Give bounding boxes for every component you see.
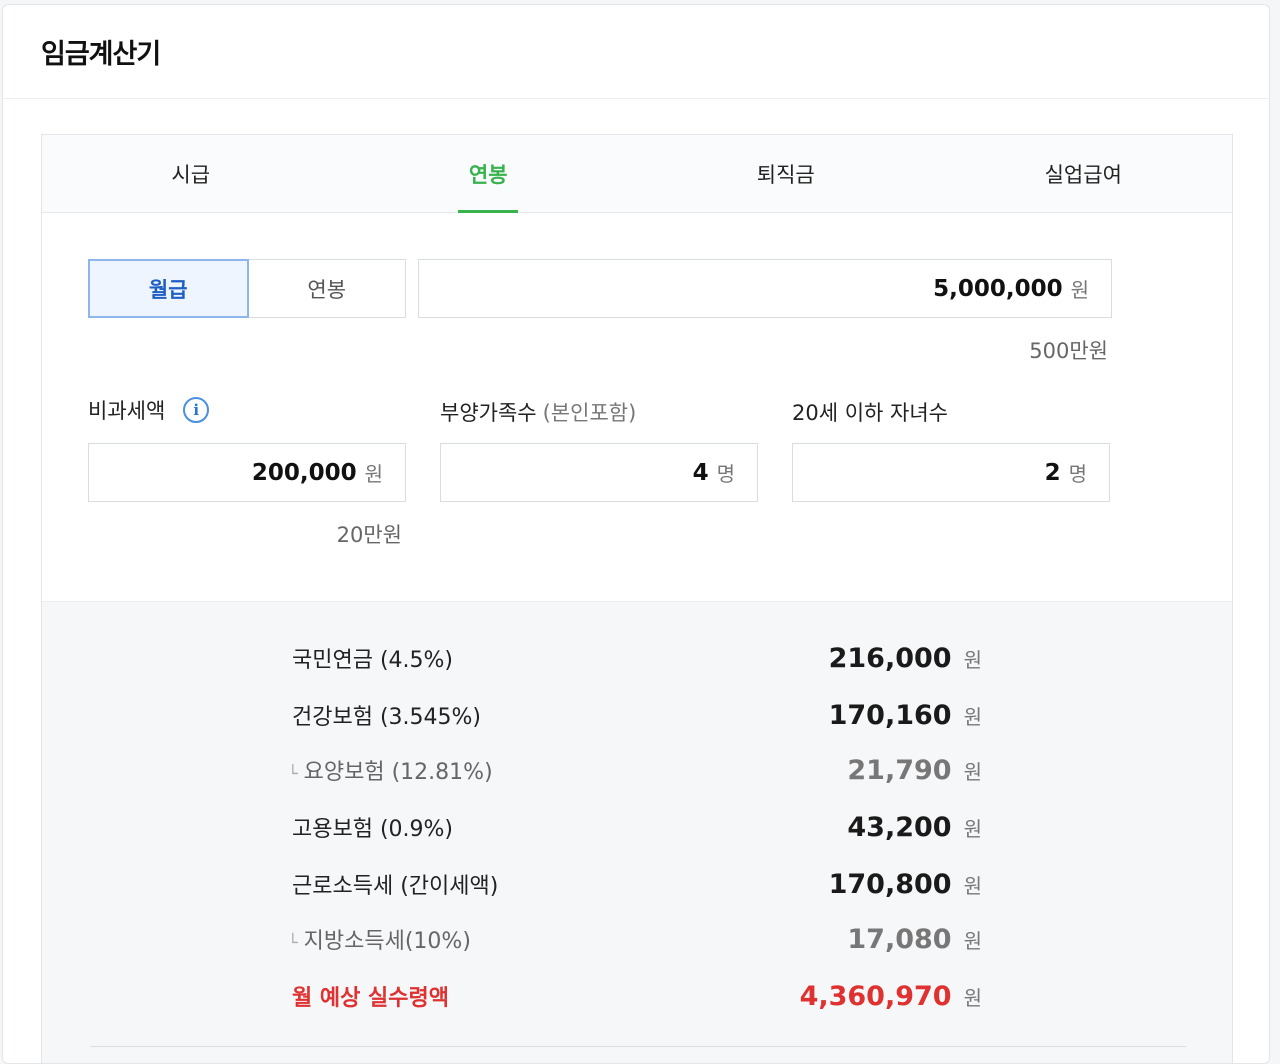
info-icon[interactable]: i	[183, 397, 210, 423]
result-label: 고용보험 (0.9%)	[292, 817, 454, 842]
monthly-pay-button[interactable]: 월급	[88, 259, 249, 318]
result-label: 국민연금 (4.5%)	[292, 648, 454, 673]
input-form: 월급 연봉 5,000,000 원 500만원 비과세액 i 부양가족수 (본인…	[42, 213, 1232, 601]
result-value: 43,200	[847, 811, 952, 843]
nontaxable-helper: 20만원	[336, 523, 402, 547]
tab-unemployment[interactable]: 실업급여	[935, 135, 1233, 212]
result-value: 17,080	[847, 923, 952, 955]
dependents-input[interactable]: 4 명	[440, 443, 758, 502]
result-value: 21,790	[847, 754, 952, 786]
pay-type-toggle: 월급 연봉	[88, 259, 406, 318]
tab-label: 연봉	[468, 162, 508, 187]
result-unit: 원	[963, 928, 982, 953]
result-row-longterm-care: └ 요양보험 (12.81%) 21,790 원	[288, 750, 982, 790]
branch-icon: └	[288, 764, 298, 783]
nontaxable-label: 비과세액 i	[88, 395, 210, 425]
children-label-text: 20세 이하 자녀수	[792, 401, 948, 425]
result-unit: 원	[963, 873, 982, 898]
result-unit: 원	[963, 704, 982, 729]
salary-input[interactable]: 5,000,000 원	[418, 259, 1112, 318]
calculator-tabs: 시급 연봉 퇴직금 실업급여	[42, 135, 1232, 213]
calculator-panel: 시급 연봉 퇴직금 실업급여 월급 연봉 5,000,000 원 500만원 비…	[41, 134, 1233, 1063]
dependents-label-text: 부양가족수	[440, 401, 537, 425]
result-unit: 원	[963, 647, 982, 672]
results-panel: 국민연금 (4.5%) 216,000 원 건강보험 (3.545%) 170,1…	[42, 601, 1232, 1063]
annual-pay-button[interactable]: 연봉	[248, 259, 406, 318]
result-value: 170,160	[828, 699, 952, 731]
result-row-pension: 국민연금 (4.5%) 216,000 원	[292, 638, 982, 678]
tab-annual-salary[interactable]: 연봉	[340, 135, 638, 212]
net-pay-label: 월 예상 실수령액	[292, 986, 449, 1011]
nontaxable-label-text: 비과세액	[88, 399, 166, 423]
result-row-health: 건강보험 (3.545%) 170,160 원	[292, 695, 982, 735]
children-label: 20세 이하 자녀수	[792, 397, 948, 427]
dependents-value: 4	[692, 459, 709, 486]
tab-severance[interactable]: 퇴직금	[637, 135, 935, 212]
page-title: 임금계산기	[41, 39, 161, 70]
dependents-sublabel: (본인포함)	[542, 401, 637, 425]
result-label: 건강보험 (3.545%)	[292, 705, 482, 730]
divider	[90, 1046, 1186, 1047]
result-value: 170,800	[828, 868, 952, 900]
result-unit: 원	[963, 759, 982, 784]
nontaxable-input[interactable]: 200,000 원	[88, 443, 406, 502]
card-header: 임금계산기	[3, 5, 1269, 99]
nontaxable-value: 200,000	[251, 459, 357, 486]
result-label: 지방소득세(10%)	[303, 929, 471, 954]
children-value: 2	[1044, 459, 1061, 486]
branch-icon: └	[288, 933, 298, 952]
dependents-unit: 명	[716, 462, 735, 486]
dependents-label: 부양가족수 (본인포함)	[440, 397, 636, 427]
result-label: 근로소득세 (간이세액)	[292, 874, 499, 899]
result-row-income-tax: 근로소득세 (간이세액) 170,800 원	[292, 864, 982, 904]
result-unit: 원	[963, 816, 982, 841]
children-input[interactable]: 2 명	[792, 443, 1110, 502]
calculator-card: 임금계산기 시급 연봉 퇴직금 실업급여 월급 연봉 5,000,000 원 5…	[2, 4, 1270, 1064]
result-row-local-tax: └ 지방소득세(10%) 17,080 원	[288, 919, 982, 959]
result-row-employment: 고용보험 (0.9%) 43,200 원	[292, 807, 982, 847]
salary-helper: 500만원	[1029, 339, 1108, 363]
result-row-net-pay: 월 예상 실수령액 4,360,970 원	[292, 976, 982, 1016]
result-value: 216,000	[828, 642, 952, 674]
tab-label: 퇴직금	[756, 162, 815, 187]
nontaxable-unit: 원	[364, 462, 383, 486]
tab-label: 실업급여	[1044, 162, 1122, 187]
result-label: 요양보험 (12.81%)	[303, 760, 493, 785]
result-unit: 원	[963, 985, 982, 1010]
tab-label: 시급	[171, 162, 211, 187]
tab-hourly[interactable]: 시급	[42, 135, 340, 212]
salary-unit: 원	[1070, 278, 1089, 302]
children-unit: 명	[1068, 462, 1087, 486]
net-pay-value: 4,360,970	[799, 980, 952, 1012]
salary-value: 5,000,000	[933, 275, 1063, 302]
